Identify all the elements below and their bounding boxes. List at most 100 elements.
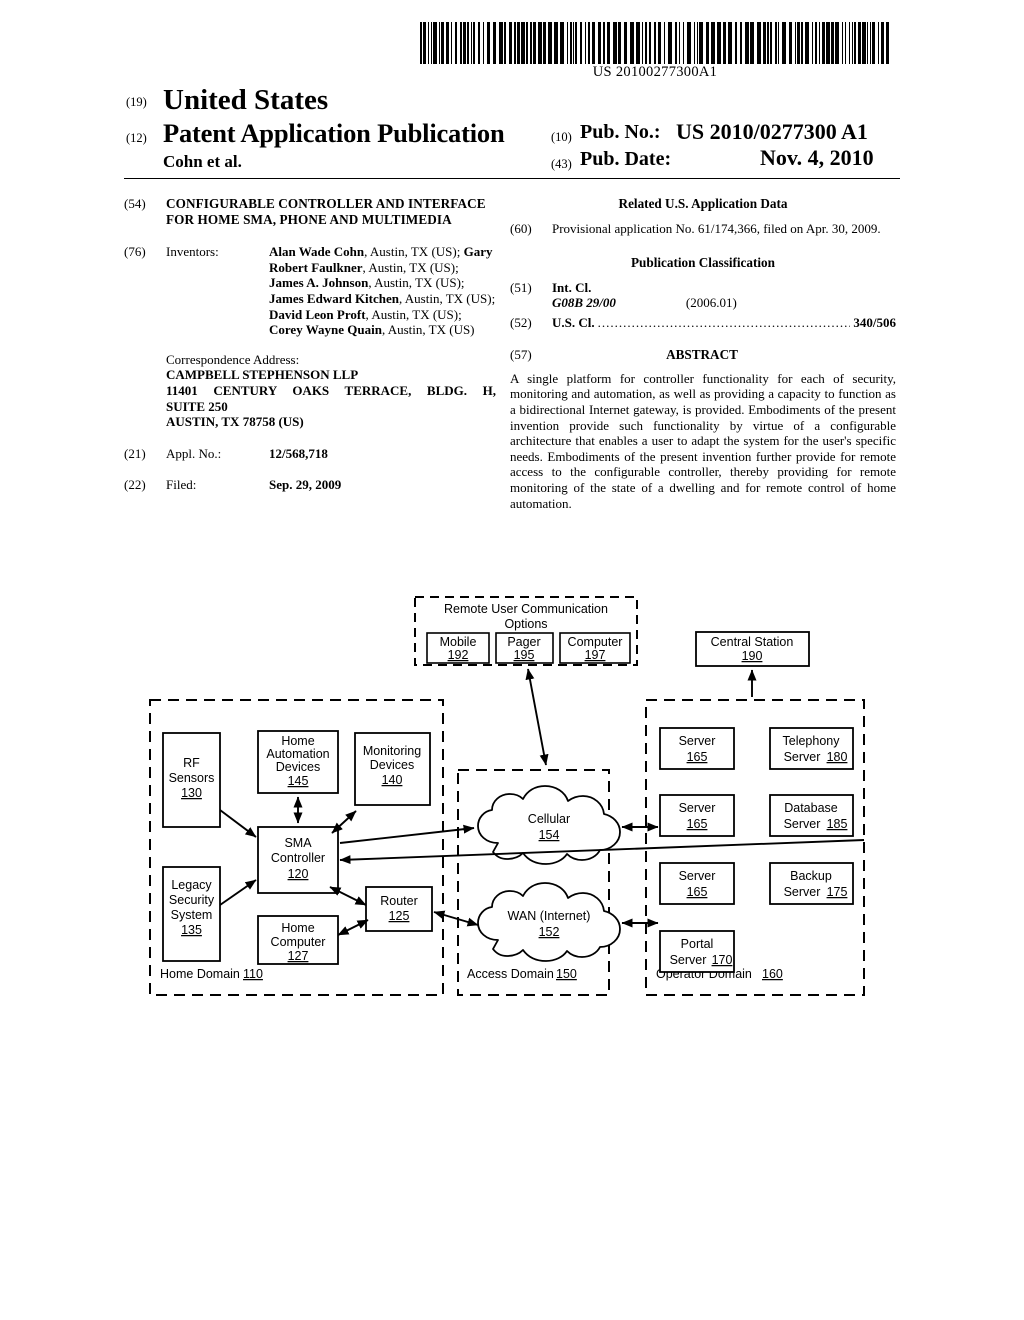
related-application-text: Provisional application No. 61/174,366, … bbox=[552, 221, 881, 236]
arrow-home-computer-router bbox=[337, 919, 369, 936]
box-pager: Pager 195 bbox=[495, 632, 554, 664]
correspondence-block: Correspondence Address: CAMPBELL STEPHEN… bbox=[166, 352, 496, 430]
server-3-label: Server bbox=[679, 869, 716, 883]
backup-server-line-0: Backup bbox=[790, 869, 832, 883]
server-2-label: Server bbox=[679, 801, 716, 815]
box-computer-label: Computer bbox=[568, 635, 623, 649]
sma-controller-line-1: Controller bbox=[271, 851, 325, 865]
code-51: (51) bbox=[510, 279, 532, 295]
server-1-ref: 165 bbox=[687, 750, 708, 764]
system-architecture-figure: Remote User Communication Options Mobile… bbox=[0, 575, 1024, 1045]
remote-group-title-line2: Options bbox=[504, 617, 547, 631]
abstract-heading: ABSTRACT bbox=[666, 346, 738, 362]
filed-value: Sep. 29, 2009 bbox=[269, 476, 342, 492]
pub-date-value: Nov. 4, 2010 bbox=[760, 145, 874, 170]
int-cl-block: (51) Int. Cl. G08B 29/00 (2006.01) bbox=[510, 280, 896, 311]
inventors-block: (76) Inventors: Alan Wade Cohn, Austin, … bbox=[124, 244, 496, 338]
monitoring-devices-line-0: Monitoring bbox=[363, 744, 421, 758]
appl-no-value: 12/568,718 bbox=[269, 445, 328, 461]
related-application-block: (60) Provisional application No. 61/174,… bbox=[510, 221, 896, 237]
home-automation-line-0: Home bbox=[281, 734, 314, 748]
portal-server-line-1: Server bbox=[670, 953, 707, 967]
arrow-monitoring-sma bbox=[331, 810, 357, 834]
box-monitoring-devices: Monitoring Devices 140 bbox=[354, 732, 431, 806]
box-server-2: Server 165 bbox=[659, 794, 735, 837]
arrow-sma-to-cellular bbox=[339, 824, 475, 844]
inventors-label: Inventors: bbox=[166, 244, 219, 260]
box-router: Router 125 bbox=[365, 886, 433, 932]
pub-no-value: US 2010/0277300 A1 bbox=[676, 119, 868, 144]
box-backup-server: Backup Server 175 bbox=[769, 862, 854, 905]
code-43: (43) bbox=[551, 157, 572, 171]
pub-date-label: Pub. Date: bbox=[580, 148, 672, 170]
box-home-computer: Home Computer 127 bbox=[257, 915, 339, 965]
database-server-ref: 185 bbox=[827, 817, 848, 831]
barcode-number: US 20100277300A1 bbox=[592, 64, 718, 80]
home-automation-ref: 145 bbox=[288, 774, 309, 788]
box-pager-label: Pager bbox=[507, 635, 540, 649]
monitoring-devices-line-1: Devices bbox=[370, 758, 414, 772]
us-cl-value: 340/506 bbox=[853, 314, 896, 330]
box-database-server: Database Server 185 bbox=[769, 794, 854, 837]
correspondence-label: Correspondence Address: bbox=[166, 351, 300, 367]
left-column: (54) CONFIGURABLE CONTROLLER AND INTERFA… bbox=[124, 196, 496, 508]
rf-sensors-line-1: Sensors bbox=[169, 771, 215, 785]
portal-server-line-0: Portal bbox=[681, 937, 714, 951]
abstract-heading-block: (57) ABSTRACT bbox=[510, 347, 896, 363]
box-computer-ref: 197 bbox=[585, 648, 606, 662]
svg-text:Access Domain: Access Domain bbox=[467, 967, 554, 981]
portal-server-ref: 170 bbox=[712, 953, 733, 967]
legacy-line-2: System bbox=[171, 908, 213, 922]
patent-front-page: US 20100277300A1 (19) United States (12)… bbox=[0, 0, 1024, 1320]
box-mobile: Mobile 192 bbox=[426, 632, 490, 664]
cloud-cellular-ref: 154 bbox=[539, 828, 560, 842]
remote-group-title-line1: Remote User Communication bbox=[444, 602, 608, 616]
legacy-line-0: Legacy bbox=[171, 878, 212, 892]
code-54: (54) bbox=[124, 196, 146, 211]
box-mobile-label: Mobile bbox=[440, 635, 477, 649]
router-label: Router bbox=[380, 894, 418, 908]
legacy-ref: 135 bbox=[181, 923, 202, 937]
box-central-station: Central Station 190 bbox=[695, 631, 810, 667]
arrow-router-wan bbox=[433, 910, 479, 927]
abstract-text: A single platform for controller functio… bbox=[510, 370, 896, 511]
box-legacy-security-system: Legacy Security System 135 bbox=[162, 866, 221, 962]
home-domain-caption: Home Domain 110 bbox=[160, 967, 263, 981]
document-type-title: Patent Application Publication bbox=[163, 118, 505, 148]
central-station-label: Central Station bbox=[711, 635, 794, 649]
backup-server-line-1: Server bbox=[784, 885, 821, 899]
home-computer-line-1: Computer bbox=[271, 935, 326, 949]
appl-no-label: Appl. No.: bbox=[166, 445, 222, 461]
server-1-label: Server bbox=[679, 734, 716, 748]
telephony-server-line-1: Server bbox=[784, 750, 821, 764]
box-telephony-server: Telephony Server 180 bbox=[769, 727, 854, 770]
country-title: United States bbox=[163, 84, 329, 116]
related-data-heading: Related U.S. Application Data bbox=[618, 196, 788, 211]
access-domain-caption: Access Domain 150 bbox=[467, 967, 577, 981]
cloud-cellular-label: Cellular bbox=[528, 812, 570, 826]
code-10: (10) bbox=[551, 130, 572, 144]
cloud-wan-ref: 152 bbox=[539, 925, 560, 939]
central-station-ref: 190 bbox=[742, 649, 763, 663]
barcode bbox=[420, 22, 890, 64]
code-52: (52) bbox=[510, 314, 532, 330]
box-server-1: Server 165 bbox=[659, 727, 735, 770]
invention-title: CONFIGURABLE CONTROLLER AND INTERFACE FO… bbox=[166, 196, 486, 227]
invention-title-block: (54) CONFIGURABLE CONTROLLER AND INTERFA… bbox=[124, 196, 496, 227]
router-ref: 125 bbox=[389, 909, 410, 923]
filed-block: (22) Filed: Sep. 29, 2009 bbox=[124, 477, 496, 497]
code-19: (19) bbox=[126, 95, 147, 109]
box-portal-server: Portal Server 170 bbox=[659, 930, 735, 973]
server-2-ref: 165 bbox=[687, 817, 708, 831]
correspondence-line-3: AUSTIN, TX 78758 (US) bbox=[166, 414, 304, 430]
box-rf-sensors: RF Sensors 130 bbox=[162, 732, 221, 828]
telephony-server-ref: 180 bbox=[827, 750, 848, 764]
home-computer-line-0: Home bbox=[281, 921, 314, 935]
legacy-line-1: Security bbox=[169, 893, 215, 907]
int-cl-label: Int. Cl. bbox=[552, 279, 592, 295]
right-column: Related U.S. Application Data (60) Provi… bbox=[510, 196, 896, 511]
svg-text:Home Domain: Home Domain bbox=[160, 967, 240, 981]
pub-no-label: Pub. No.: bbox=[580, 121, 661, 143]
home-automation-line-2: Devices bbox=[276, 760, 320, 774]
sma-controller-ref: 120 bbox=[288, 867, 309, 881]
